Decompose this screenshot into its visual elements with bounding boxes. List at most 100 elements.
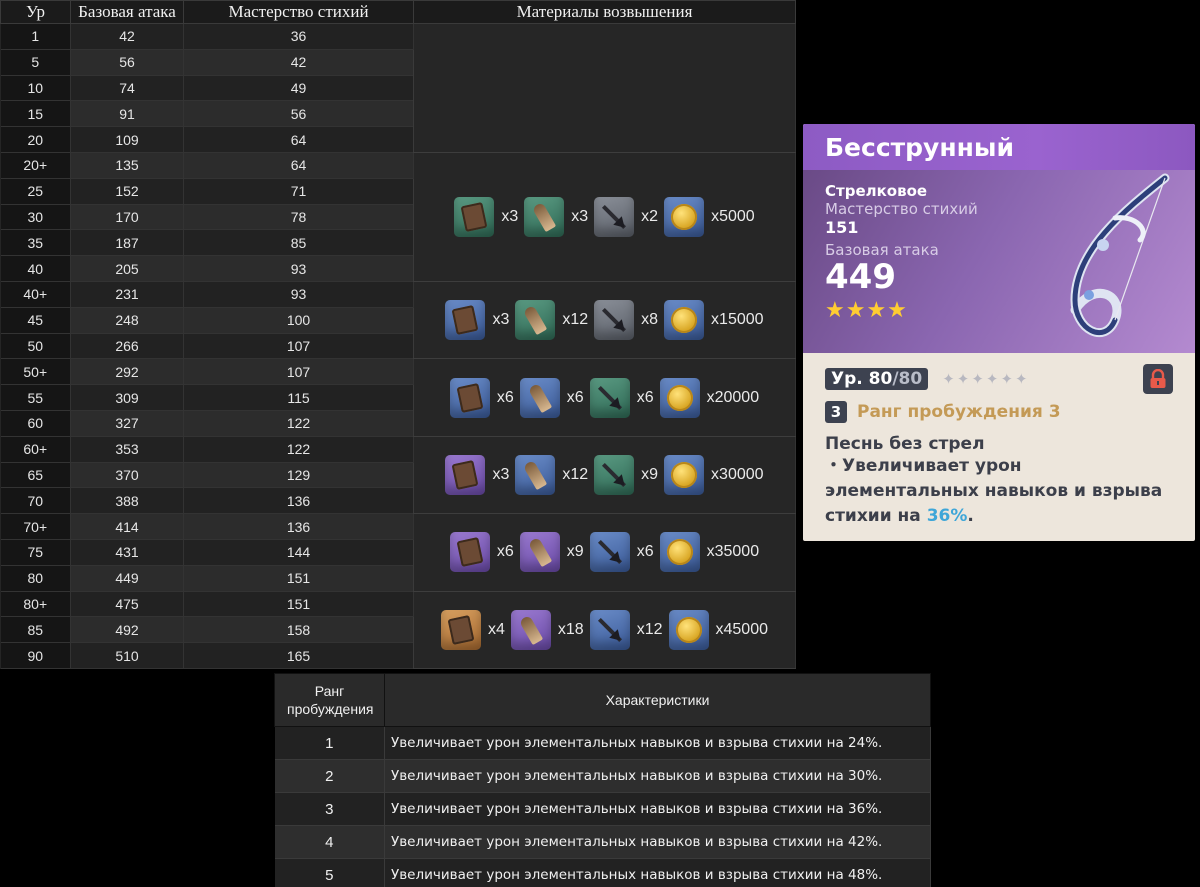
material-qty: x6	[496, 388, 514, 406]
level-cell: 60	[0, 410, 71, 437]
level-cell: 80	[0, 565, 71, 592]
base-atk-cell: 135	[70, 152, 184, 179]
refinement-rank-cell: 1	[274, 726, 385, 760]
card-art: Стрелковое Мастерство стихий 151 Базовая…	[803, 170, 1195, 353]
material-item: x9	[594, 454, 658, 495]
material-item: x3	[445, 454, 509, 495]
material-item: x5000	[664, 196, 755, 237]
refinement-effect-cell: Увеличивает урон элементальных навыков и…	[384, 726, 931, 760]
level-cell: 70+	[0, 513, 71, 540]
lock-button[interactable]	[1143, 364, 1173, 394]
em-cell: 151	[183, 591, 414, 618]
materials-cell: x6 x9 x6 x35000	[413, 513, 796, 592]
base-atk-cell: 266	[70, 333, 184, 360]
base-atk-cell: 449	[70, 565, 184, 592]
materials-group: x3 x12 x8 x15000	[432, 300, 777, 341]
level-cell: 1	[0, 23, 71, 50]
level-badge: Ур. 80/80	[825, 368, 929, 390]
arrowhead-icon	[594, 196, 635, 237]
stats-row: 40+ 231 93 x3 x12 x8 x15000	[0, 281, 796, 360]
base-atk-cell: 475	[70, 591, 184, 618]
mora-coin-icon	[659, 532, 700, 573]
material-item: x3	[454, 196, 518, 237]
em-cell: 100	[183, 307, 414, 334]
base-atk-cell: 327	[70, 410, 184, 437]
em-cell: 122	[183, 410, 414, 437]
material-item: x35000	[659, 532, 759, 573]
mora-coin-icon	[668, 609, 709, 650]
ascension-stars: ✦✦✦✦✦✦	[942, 370, 1030, 388]
refinement-row: 3 Увеличивает урон элементальных навыков …	[274, 792, 931, 826]
refinement-table: Ранг пробуждения Характеристики 1 Увеличи…	[274, 673, 931, 887]
passive-desc-value: 36%	[926, 506, 968, 526]
arrowhead-icon	[594, 454, 635, 495]
em-cell: 85	[183, 229, 414, 257]
base-atk-cell: 248	[70, 307, 184, 334]
materials-empty-cell	[413, 23, 796, 153]
level-cell: 35	[0, 229, 71, 257]
refinement-effect-cell: Увеличивает урон элементальных навыков и…	[384, 792, 931, 826]
material-item: x6	[449, 532, 514, 573]
card-header: Бесструнный	[803, 124, 1195, 170]
em-cell: 93	[183, 281, 414, 308]
stats-body: 1 42 36 5 56 42 10 74 49 15 91 56 20 109 64 20+ 135 64 x3 x…	[0, 23, 796, 669]
material-qty: x45000	[715, 620, 769, 638]
material-item: x6	[519, 377, 584, 418]
em-cell: 49	[183, 75, 414, 102]
materials-cell: x4 x18 x12 x45000	[413, 591, 796, 669]
refinement-rank-badge: 3	[825, 401, 847, 423]
material-item: x6	[589, 377, 654, 418]
em-cell: 93	[183, 255, 414, 282]
em-cell: 64	[183, 126, 414, 153]
arrowhead-icon	[589, 532, 630, 573]
stats-row: 20+ 135 64 x3 x3 x2 x5000	[0, 152, 796, 282]
level-cell: 25	[0, 178, 71, 205]
refinement-effect-cell: Увеличивает урон элементальных навыков и…	[384, 825, 931, 859]
level-current: Ур. 80	[831, 369, 893, 389]
em-cell: 56	[183, 100, 414, 128]
level-cell: 10	[0, 75, 71, 102]
passive-description: ・Увеличивает урон элементальных навыков …	[825, 454, 1173, 529]
refinement-effect-cell: Увеличивает урон элементальных навыков и…	[384, 759, 931, 793]
refinement-rank-cell: 2	[274, 759, 385, 793]
scroll-icon	[449, 532, 490, 573]
level-cell: 85	[0, 616, 71, 644]
horn-icon	[510, 609, 551, 650]
material-qty: x30000	[711, 465, 764, 483]
stats-row: 70+ 414 136 x6 x9 x6 x35000	[0, 513, 796, 592]
level-cell: 90	[0, 642, 71, 669]
refinement-body: 1 Увеличивает урон элементальных навыков …	[274, 726, 931, 887]
material-qty: x6	[636, 543, 654, 561]
material-item: x9	[519, 532, 584, 573]
base-atk-cell: 309	[70, 384, 184, 411]
level-cell: 40+	[0, 281, 71, 308]
materials-cell: x3 x12 x9 x30000	[413, 436, 796, 515]
material-item: x15000	[664, 300, 764, 341]
level-cell: 60+	[0, 436, 71, 463]
refinement-rank-cell: 3	[274, 792, 385, 826]
base-atk-cell: 414	[70, 513, 184, 540]
material-item: x20000	[659, 377, 759, 418]
horn-icon	[515, 300, 556, 341]
base-atk-header: Базовая атака	[70, 0, 184, 24]
level-max: /80	[892, 369, 923, 389]
mora-coin-icon	[664, 300, 705, 341]
level-cell: 20	[0, 126, 71, 153]
level-cell: 65	[0, 462, 71, 489]
base-atk-cell: 388	[70, 487, 184, 515]
stats-row: 1 42 36	[0, 23, 796, 153]
level-cell: 50+	[0, 358, 71, 386]
refinement-rank-cell: 5	[274, 858, 385, 887]
em-cell: 107	[183, 333, 414, 360]
material-qty: x2	[641, 207, 659, 225]
level-cell: 70	[0, 487, 71, 515]
material-qty: x9	[566, 543, 584, 561]
base-atk-cell: 91	[70, 100, 184, 128]
refinement-row: 3 Ранг пробуждения 3	[825, 400, 1173, 424]
em-cell: 165	[183, 642, 414, 669]
scroll-icon	[445, 300, 486, 341]
material-item: x8	[594, 300, 658, 341]
material-item: x30000	[664, 454, 764, 495]
level-cell: 50	[0, 333, 71, 360]
card-body: Ур. 80/80 ✦✦✦✦✦✦ 3 Ранг пробуждения 3 Пе…	[803, 353, 1195, 529]
